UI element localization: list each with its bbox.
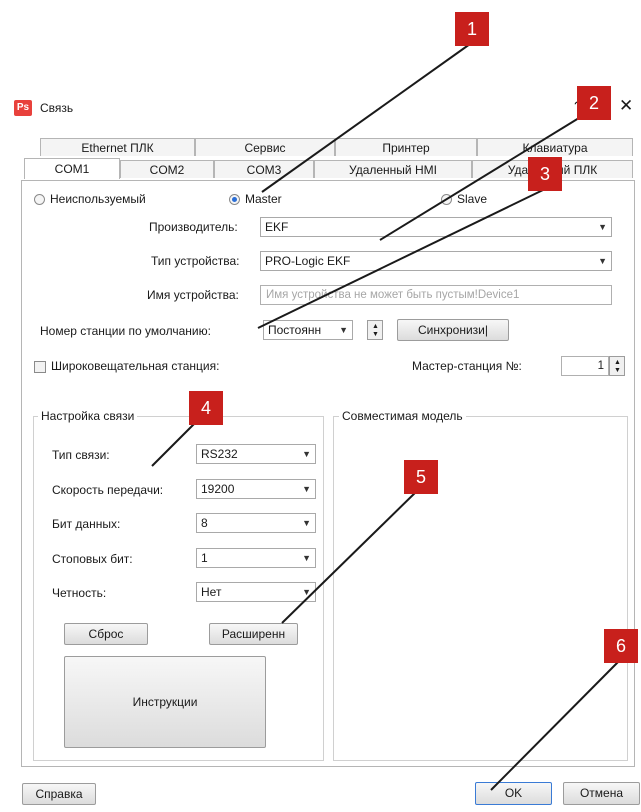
data-bits-select[interactable]: 8 ▼	[196, 513, 316, 533]
radio-unused-label: Неиспользуемый	[50, 192, 146, 206]
title-bar	[0, 92, 641, 128]
chevron-down-icon: ▼	[302, 518, 311, 528]
master-station-spinner[interactable]: ▲ ▼	[609, 356, 625, 376]
chevron-down-icon: ▼	[339, 325, 348, 335]
station-spinner[interactable]: ▲ ▼	[367, 320, 383, 340]
device-type-value: PRO-Logic EKF	[265, 254, 351, 268]
callout-2-badge: 2	[577, 86, 611, 120]
spin-down-icon[interactable]: ▼	[372, 331, 379, 338]
stop-bits-value: 1	[201, 551, 208, 565]
comm-type-value: RS232	[201, 447, 238, 461]
manufacturer-value: EKF	[265, 220, 289, 234]
baud-label: Скорость передачи:	[52, 483, 164, 497]
tab-service[interactable]: Сервис	[195, 138, 335, 156]
master-station-label: Мастер-станция №:	[412, 359, 522, 373]
chevron-down-icon: ▼	[598, 222, 607, 232]
tab-remote-hmi[interactable]: Удаленный HMI	[314, 160, 472, 178]
help-button[interactable]: Справка	[22, 783, 96, 805]
tab-com2[interactable]: COM2	[120, 160, 214, 178]
broadcast-checkbox[interactable]	[34, 361, 46, 373]
callout-4-badge: 4	[189, 391, 223, 425]
radio-master[interactable]	[229, 194, 240, 205]
compatible-model-title: Совместимая модель	[339, 409, 466, 423]
chevron-down-icon: ▼	[302, 587, 311, 597]
broadcast-label: Широковещательная станция:	[51, 359, 220, 373]
chevron-down-icon: ▼	[302, 449, 311, 459]
chevron-down-icon: ▼	[302, 484, 311, 494]
station-label: Номер станции по умолчанию:	[40, 324, 211, 338]
stop-bits-label: Стоповых бит:	[52, 552, 133, 566]
parity-select[interactable]: Нет ▼	[196, 582, 316, 602]
callout-3-badge: 3	[528, 157, 562, 191]
reset-button[interactable]: Сброс	[64, 623, 148, 645]
radio-slave-label: Slave	[457, 192, 488, 206]
advanced-button[interactable]: Расширенн	[209, 623, 298, 645]
radio-slave[interactable]	[441, 194, 452, 205]
manufacturer-select[interactable]: EKF ▼	[260, 217, 612, 237]
manufacturer-label: Производитель:	[149, 220, 238, 234]
tab-com1[interactable]: COM1	[24, 158, 120, 179]
device-name-input[interactable]: Имя устройства не может быть пустым!Devi…	[260, 285, 612, 305]
chevron-down-icon: ▼	[598, 256, 607, 266]
device-name-label: Имя устройства:	[147, 288, 239, 302]
callout-5-badge: 5	[404, 460, 438, 494]
ok-button[interactable]: OK	[475, 782, 552, 805]
callout-6-badge: 6	[604, 629, 638, 663]
tab-ethernet-plc[interactable]: Ethernet ПЛК	[40, 138, 195, 156]
device-type-select[interactable]: PRO-Logic EKF ▼	[260, 251, 612, 271]
comm-type-select[interactable]: RS232 ▼	[196, 444, 316, 464]
close-icon[interactable]: ✕	[619, 96, 633, 116]
data-bits-value: 8	[201, 516, 208, 530]
parity-value: Нет	[201, 585, 222, 599]
instructions-button[interactable]: Инструкции	[64, 656, 266, 748]
spin-up-icon[interactable]: ▲	[614, 359, 621, 366]
callout-1-badge: 1	[455, 12, 489, 46]
master-station-input[interactable]: 1	[561, 356, 609, 376]
spin-up-icon[interactable]: ▲	[372, 323, 379, 330]
chevron-down-icon: ▼	[302, 553, 311, 563]
window-title: Связь	[40, 101, 74, 115]
compatible-model-group	[333, 416, 628, 761]
baud-value: 19200	[201, 482, 235, 496]
app-logo-icon: Ps	[14, 100, 32, 116]
parity-label: Четность:	[52, 586, 107, 600]
comm-settings-title: Настройка связи	[38, 409, 138, 423]
stop-bits-select[interactable]: 1 ▼	[196, 548, 316, 568]
tab-com3[interactable]: COM3	[214, 160, 314, 178]
radio-master-label: Master	[245, 192, 282, 206]
data-bits-label: Бит данных:	[52, 517, 121, 531]
tab-keyboard[interactable]: Клавиатура	[477, 138, 633, 156]
cancel-button[interactable]: Отмена	[563, 782, 640, 805]
sync-button[interactable]: Синхронизи|	[397, 319, 509, 341]
baud-select[interactable]: 19200 ▼	[196, 479, 316, 499]
tab-printer[interactable]: Принтер	[335, 138, 477, 156]
radio-unused[interactable]	[34, 194, 45, 205]
spin-down-icon[interactable]: ▼	[614, 367, 621, 374]
comm-type-label: Тип связи:	[52, 448, 110, 462]
station-value: Постоянн	[268, 323, 322, 337]
device-type-label: Тип устройства:	[151, 254, 240, 268]
station-select[interactable]: Постоянн ▼	[263, 320, 353, 340]
